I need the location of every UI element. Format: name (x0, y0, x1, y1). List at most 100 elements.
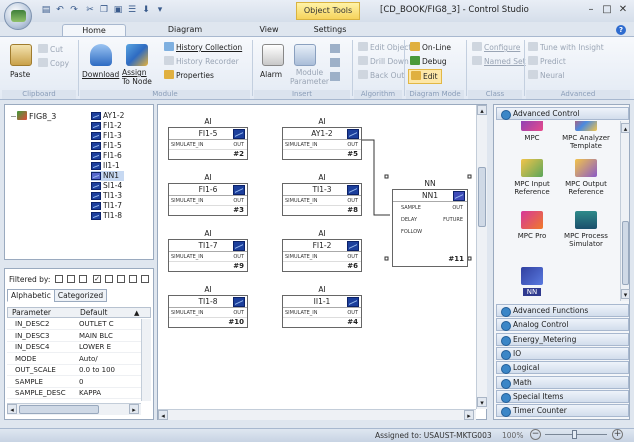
diagram-canvas[interactable]: AI FI1-5 SIMULATE_IN OUT #2 AI AY1-2 SIMULATE_I… (157, 104, 487, 420)
property-row[interactable]: MODE Auto/ (7, 354, 141, 365)
history-collection-button[interactable]: History Collection (164, 42, 242, 53)
tree-root-item[interactable]: FIG8_3 (17, 111, 56, 121)
scroll-up-icon[interactable]: ▴ (621, 123, 630, 133)
edit-mode-button[interactable]: Edit (408, 69, 442, 84)
assign-to-node-button[interactable]: Assign To Node (122, 68, 152, 86)
named-set-button[interactable]: Named Set (472, 56, 526, 67)
ai-function-block[interactable]: AI TI1-3 SIMULATE_IN OUT #8 (282, 173, 362, 216)
input-port[interactable]: SIMULATE_IN (171, 140, 203, 149)
nn-input-port[interactable]: DELAY (401, 217, 417, 223)
property-row[interactable]: OUT_SCALE 0.0 to 100 (7, 365, 141, 376)
paste-qat-icon[interactable]: ▣ (112, 4, 124, 16)
predict-button[interactable]: Predict (528, 56, 566, 67)
neural-button[interactable]: Neural (528, 70, 565, 81)
nn-input-port[interactable]: FOLLOW (401, 229, 422, 235)
palette-item[interactable]: MPC (504, 121, 560, 142)
palette-category[interactable]: Advanced Functions (496, 304, 629, 317)
tree-item[interactable]: AY1-2 (91, 111, 124, 121)
ai-function-block[interactable]: AI FI1-2 SIMULATE_IN OUT #6 (282, 229, 362, 272)
tree-item[interactable]: TI1-7 (91, 201, 124, 211)
alarm-button[interactable]: Alarm (260, 70, 282, 80)
ai-function-block[interactable]: AI II1-1 SIMULATE_IN OUT #4 (282, 285, 362, 328)
tune-with-insight-button[interactable]: Tune with Insight (528, 42, 604, 53)
tree-item[interactable]: NN1 (91, 171, 125, 181)
nn-input-port[interactable]: SAMPLE (401, 205, 421, 211)
tree-item[interactable]: II1-1 (91, 161, 124, 171)
palette-category[interactable]: Math (496, 375, 629, 389)
output-port[interactable]: OUT (347, 196, 358, 205)
paste-button[interactable]: Paste (10, 70, 30, 80)
close-button[interactable]: ✕ (616, 4, 630, 16)
palette-category[interactable]: Timer Counter (496, 404, 629, 418)
application-menu-button[interactable] (4, 2, 32, 30)
tree-item[interactable]: TI1-3 (91, 191, 124, 201)
copy-qat-icon[interactable]: ❐ (98, 4, 110, 16)
help-icon[interactable]: ? (616, 25, 626, 35)
palette-category[interactable]: IO (496, 346, 629, 360)
scroll-left-icon[interactable]: ◂ (158, 410, 168, 420)
properties-qat-icon[interactable]: ☰ (126, 4, 138, 16)
scroll-left-icon[interactable]: ◂ (7, 404, 17, 414)
canvas-hscroll[interactable]: ◂ ▸ (158, 409, 476, 420)
zoom-in-icon[interactable]: + (612, 429, 623, 440)
tab-alphabetic[interactable]: Alphabetic (7, 289, 55, 302)
filter-checkbox-7[interactable] (129, 275, 137, 283)
tree-item[interactable]: SI1-4 (91, 181, 124, 191)
property-row[interactable]: SAMPLE 0 (7, 377, 141, 388)
output-port[interactable]: OUT (347, 308, 358, 317)
download-button[interactable]: Download (82, 70, 119, 80)
input-port[interactable]: SIMULATE_IN (171, 196, 203, 205)
palette-category[interactable]: Logical (496, 361, 629, 375)
customize-qat-icon[interactable]: ▾ (154, 4, 166, 16)
palette-item[interactable]: MPC Input Reference (504, 159, 560, 196)
output-port[interactable]: OUT (233, 308, 244, 317)
tree-item[interactable]: FI1-5 (91, 141, 124, 151)
input-port[interactable]: SIMULATE_IN (285, 140, 317, 149)
tree-item[interactable]: FI1-3 (91, 131, 124, 141)
filter-checkbox-5[interactable] (105, 275, 113, 283)
palette-item[interactable]: MPC Output Reference (558, 159, 614, 196)
canvas-vscroll[interactable]: ▴ ▾ (476, 105, 487, 409)
zoom-slider-thumb[interactable] (572, 430, 577, 439)
output-port[interactable]: OUT (347, 252, 358, 261)
palette-item[interactable]: MPC Analyzer Template (558, 121, 614, 150)
properties-hscroll[interactable]: ◂ ▸ (7, 403, 141, 415)
ai-function-block[interactable]: AI FI1-6 SIMULATE_IN OUT #3 (168, 173, 248, 216)
scroll-down-icon[interactable]: ▾ (621, 289, 630, 299)
undo-icon[interactable]: ↶ (54, 4, 66, 16)
filter-checkbox-8[interactable] (141, 275, 149, 283)
insert-small-icon-3[interactable] (330, 72, 340, 81)
palette-item[interactable]: NN (504, 267, 560, 296)
input-port[interactable]: SIMULATE_IN (171, 308, 203, 317)
output-port[interactable]: OUT (233, 196, 244, 205)
scroll-right-icon[interactable]: ▸ (464, 410, 474, 420)
filter-checkbox-1[interactable] (55, 275, 63, 283)
minimize-button[interactable]: – (584, 4, 598, 16)
palette-category[interactable]: Special Items (496, 389, 629, 403)
insert-small-icon-1[interactable] (330, 44, 340, 53)
object-tools-context-tab[interactable]: Object Tools (296, 2, 360, 20)
insert-small-icon-2[interactable] (330, 58, 340, 67)
download-qat-icon[interactable]: ⬇ (140, 4, 152, 16)
maximize-button[interactable]: □ (600, 4, 614, 16)
configure-button[interactable]: Configure (472, 42, 520, 53)
tab-categorized[interactable]: Categorized (53, 289, 108, 302)
copy-button[interactable]: Copy (38, 58, 69, 69)
palette-header-advanced-control[interactable]: Advanced Control (496, 107, 629, 120)
scroll-down-icon[interactable]: ▾ (477, 397, 487, 407)
ai-function-block[interactable]: AI FI1-5 SIMULATE_IN OUT #2 (168, 117, 248, 160)
property-row[interactable]: IN_DESC3 MAIN BLC (7, 331, 141, 342)
filter-checkbox-4[interactable]: ✓ (93, 275, 101, 283)
input-port[interactable]: SIMULATE_IN (285, 308, 317, 317)
redo-icon[interactable]: ↷ (68, 4, 80, 16)
tree-item[interactable]: FI1-6 (91, 151, 124, 161)
palette-category[interactable]: Analog Control (496, 318, 629, 332)
properties-vscroll[interactable] (141, 319, 151, 401)
cut-qat-icon[interactable]: ✂ (84, 4, 96, 16)
scroll-up-icon[interactable]: ▴ (477, 105, 487, 115)
output-port[interactable]: OUT (233, 140, 244, 149)
output-port[interactable]: OUT (347, 140, 358, 149)
palette-item[interactable]: MPC Pro (504, 211, 560, 240)
debug-button[interactable]: Debug (410, 56, 447, 67)
ai-function-block[interactable]: AI AY1-2 SIMULATE_IN OUT #5 (282, 117, 362, 160)
